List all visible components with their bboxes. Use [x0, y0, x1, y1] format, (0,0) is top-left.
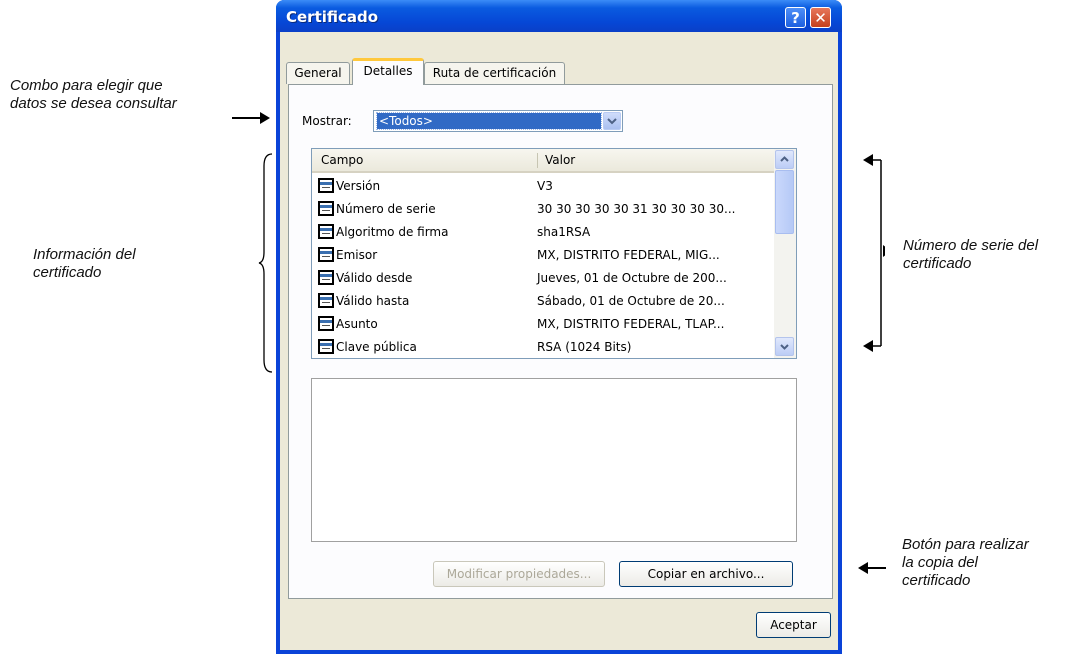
field-icon	[318, 316, 334, 331]
list-row[interactable]: Emisor MX, DISTRITO FEDERAL, MIG...	[312, 244, 774, 267]
annotation-serie-bracket	[863, 154, 885, 352]
fields-list[interactable]: Campo Valor Versión V3 Número de serie 3…	[311, 148, 797, 359]
field-icon	[318, 201, 334, 216]
row-field: Válido desde	[336, 271, 413, 285]
list-row[interactable]: Asunto MX, DISTRITO FEDERAL, TLAP...	[312, 313, 774, 336]
list-row[interactable]: Versión V3	[312, 175, 774, 198]
chevron-down-icon[interactable]	[603, 112, 621, 130]
tab-detalles[interactable]: Detalles	[352, 58, 424, 85]
column-header-campo[interactable]: Campo	[321, 153, 363, 167]
row-value: RSA (1024 Bits)	[537, 340, 632, 354]
field-icon	[318, 339, 334, 354]
scroll-down-icon[interactable]	[775, 337, 794, 356]
row-value: V3	[537, 179, 553, 193]
annotation-combo-line1: Combo para elegir que	[10, 77, 163, 94]
field-detail-box[interactable]	[311, 378, 797, 542]
column-divider[interactable]	[537, 153, 538, 168]
annotation-combo-line2: datos se desea consultar	[10, 95, 177, 112]
show-label: Mostrar:	[302, 114, 352, 128]
list-row[interactable]: Válido desde Jueves, 01 de Octubre de 20…	[312, 267, 774, 290]
annotation-boton-line1: Botón para realizar	[902, 536, 1029, 553]
row-field: Clave pública	[336, 340, 417, 354]
row-value: sha1RSA	[537, 225, 591, 239]
annotation-combo: Combo para elegir que datos se desea con…	[10, 77, 177, 113]
field-icon	[318, 247, 334, 262]
annotation-info-brace	[258, 153, 273, 373]
vertical-scrollbar[interactable]	[774, 149, 796, 358]
annotation-boton: Botón para realizar la copia del certifi…	[902, 536, 1029, 590]
list-row[interactable]: Válido hasta Sábado, 01 de Octubre de 20…	[312, 290, 774, 313]
row-value: 30 30 30 30 30 31 30 30 30 30...	[537, 202, 736, 216]
field-icon	[318, 270, 334, 285]
row-field: Emisor	[336, 248, 378, 262]
scroll-thumb[interactable]	[775, 170, 794, 234]
row-field: Algoritmo de firma	[336, 225, 449, 239]
annotation-serie-line1: Número de serie del	[903, 237, 1039, 254]
annotation-combo-arrow	[232, 117, 262, 119]
ok-button[interactable]: Aceptar	[756, 612, 831, 638]
list-row[interactable]: Algoritmo de firma sha1RSA	[312, 221, 774, 244]
row-field: Válido hasta	[336, 294, 410, 308]
show-combo-value: <Todos>	[376, 112, 602, 130]
title-bar[interactable]: Certificado ? ✕	[276, 0, 842, 32]
row-value: MX, DISTRITO FEDERAL, MIG...	[537, 248, 720, 262]
row-field: Versión	[336, 179, 381, 193]
annotation-info: Información del certificado	[33, 246, 136, 282]
field-icon	[318, 224, 334, 239]
list-row[interactable]: Clave pública RSA (1024 Bits)	[312, 336, 774, 359]
field-icon	[318, 293, 334, 308]
list-header: Campo Valor	[312, 149, 774, 173]
row-value: Jueves, 01 de Octubre de 200...	[537, 271, 727, 285]
row-value: Sábado, 01 de Octubre de 20...	[537, 294, 725, 308]
edit-properties-button[interactable]: Modificar propiedades...	[433, 561, 605, 587]
row-field: Asunto	[336, 317, 378, 331]
row-field: Número de serie	[336, 202, 436, 216]
field-icon	[318, 178, 334, 193]
window-title: Certificado	[286, 8, 379, 26]
certificate-dialog: Certificado ? ✕ General Detalles Ruta de…	[276, 0, 842, 654]
annotation-serie-line2: certificado	[903, 255, 972, 272]
scroll-up-icon[interactable]	[775, 150, 794, 169]
annotation-combo-arrowhead	[260, 112, 270, 124]
annotation-info-line2: certificado	[33, 264, 102, 281]
annotation-boton-arrow	[866, 567, 886, 569]
copy-to-file-button[interactable]: Copiar en archivo...	[619, 561, 793, 587]
details-panel: Mostrar: <Todos> Campo Valor Versión V3	[288, 84, 833, 599]
tab-general[interactable]: General	[286, 62, 350, 84]
dialog-body: General Detalles Ruta de certificación M…	[280, 32, 838, 650]
annotation-boton-line3: certificado	[902, 572, 971, 589]
annotation-serie: Número de serie del certificado	[903, 237, 1038, 273]
annotation-info-line1: Información del	[33, 246, 136, 263]
show-combo[interactable]: <Todos>	[373, 110, 623, 132]
annotation-boton-line2: la copia del	[902, 554, 978, 571]
column-header-valor[interactable]: Valor	[545, 153, 575, 167]
tab-ruta-certificacion[interactable]: Ruta de certificación	[424, 62, 565, 84]
help-button[interactable]: ?	[785, 7, 806, 28]
list-row[interactable]: Número de serie 30 30 30 30 30 31 30 30 …	[312, 198, 774, 221]
close-button[interactable]: ✕	[810, 7, 831, 28]
row-value: MX, DISTRITO FEDERAL, TLAP...	[537, 317, 725, 331]
